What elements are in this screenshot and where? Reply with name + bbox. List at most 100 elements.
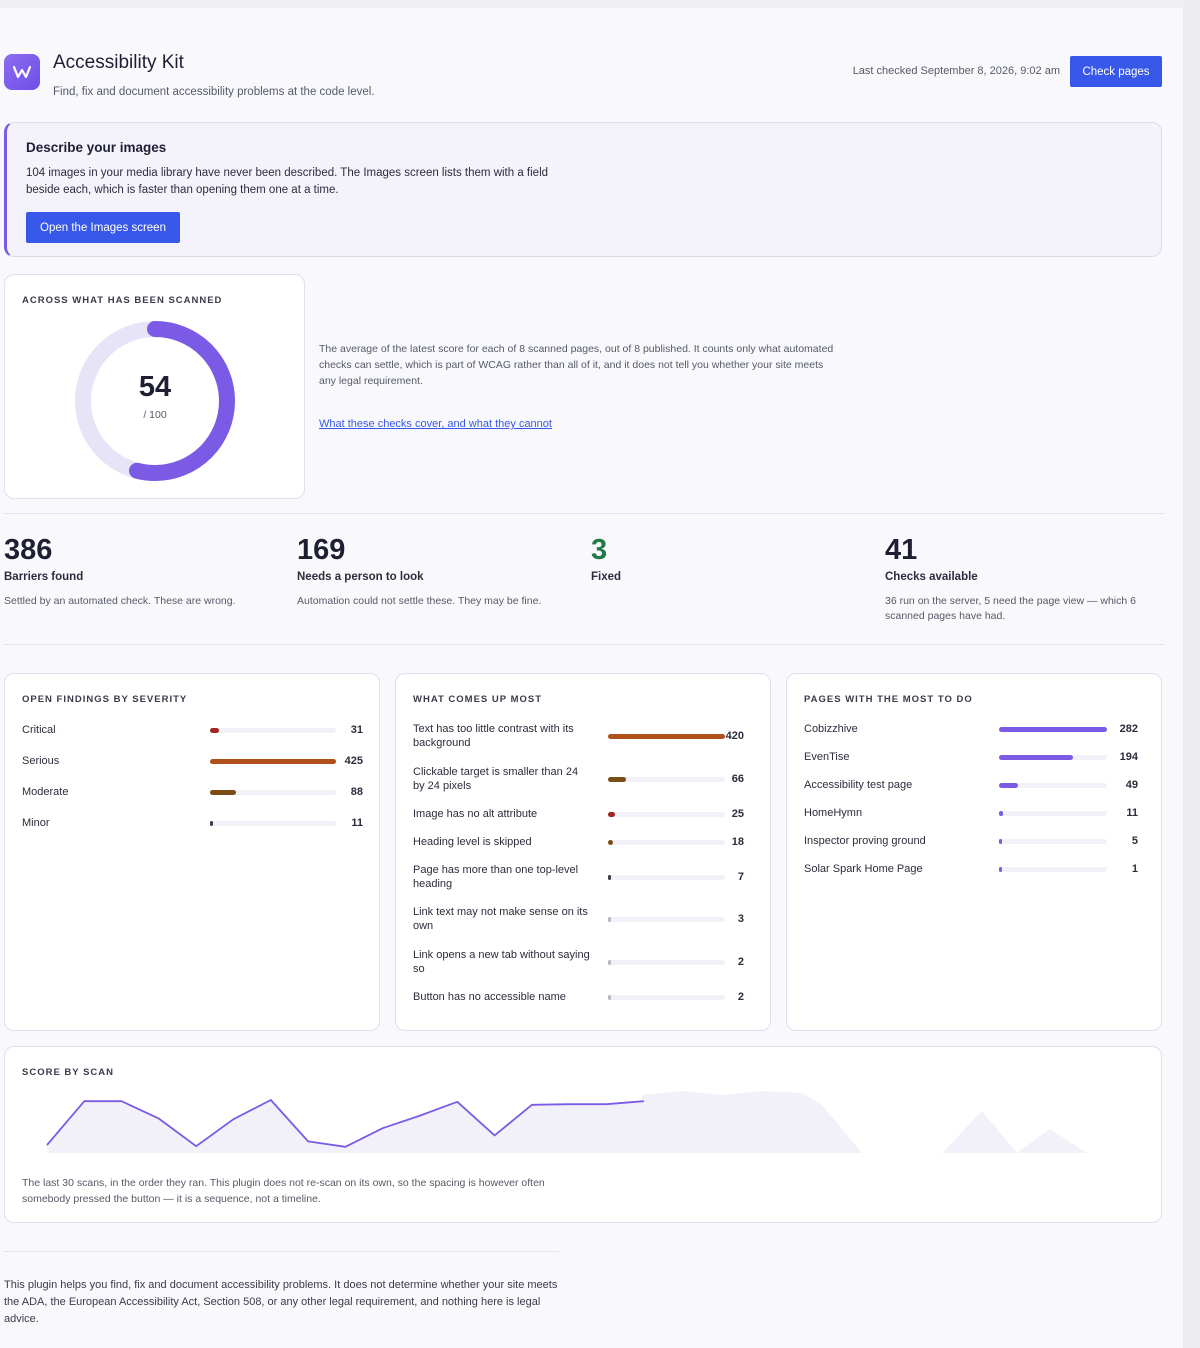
stat-value: 41 [885,534,918,566]
stat-label: Fixed [591,571,622,583]
severity-row-count: 425 [344,755,363,767]
check-pages-button[interactable]: Check pages [1070,56,1162,87]
page-scrollbar[interactable] [1183,0,1200,1348]
common-bar-fill [608,960,611,965]
common-row-label: Page has more than one top-level heading [413,864,579,890]
severity-row-label: Moderate [22,786,69,798]
common-bar-track [608,875,725,880]
stat-label: Needs a person to look [297,571,424,583]
pages-bar-fill [999,839,1002,844]
pages-row-count: 194 [1119,751,1138,763]
score-card: ACROSS WHAT HAS BEEN SCANNED 54 / 100 [4,274,305,499]
common-row-label: Clickable target is smaller than 24 by 2… [413,766,579,792]
common-bar-track [608,734,725,739]
severity-bar-track [210,790,336,795]
pages-bar-fill [999,727,1107,732]
stat-value: 386 [4,534,53,566]
score-card-label: ACROSS WHAT HAS BEEN SCANNED [22,295,223,306]
stat-value: 169 [297,534,346,566]
pages-bar-track [999,867,1107,872]
pages-row-count: 1 [1131,863,1138,875]
common-row-label: Button has no accessible name [413,991,566,1003]
notice-body: 104 images in your media library have ne… [26,167,549,196]
pages-bar-fill [999,755,1074,760]
common-bar-fill [608,875,611,880]
notice-title: Describe your images [26,140,167,155]
divider [4,513,1164,514]
common-bar-fill [608,917,611,922]
stat-description: Settled by an automated check. These are… [4,595,236,607]
checks-coverage-link[interactable]: What these checks cover, and what they c… [319,418,552,430]
common-bar-fill [608,812,615,817]
severity-bar-track [210,759,336,764]
legal-disclaimer: This plugin helps you find, fix and docu… [4,1279,558,1325]
pages-bar-fill [999,783,1018,788]
background-shape [642,1091,862,1153]
stat-description: 36 run on the server, 5 need the page vi… [885,595,1136,622]
severity-bar-fill [210,728,220,733]
common-bar-track [608,812,725,817]
pages-row-count: 282 [1119,723,1138,735]
severity-row-label: Minor [22,817,50,829]
pages-bar-fill [999,811,1004,816]
pages-bar-track [999,755,1107,760]
pages-row-count: 5 [1131,835,1138,847]
pages-row-label: Solar Spark Home Page [804,863,923,875]
common-row-label: Text has too little contrast with its ba… [413,723,574,749]
common-row-count: 3 [737,913,744,925]
background-shape [1017,1129,1087,1153]
common-row-count: 66 [731,773,744,785]
common-bar-track [608,777,725,782]
severity-panel: OPEN FINDINGS BY SEVERITY Critical 31 Seri… [4,673,380,1031]
pages-row-label: EvenTise [804,751,850,763]
pages-row-label: Accessibility test page [804,779,913,791]
app-logo [4,54,40,90]
common-bar-fill [608,777,627,782]
pages-row-count: 49 [1125,779,1138,791]
score-by-scan-chart [46,1091,1087,1153]
common-issues-panel: WHAT COMES UP MOST Text has too little c… [395,673,771,1031]
common-row-count: 25 [731,808,744,820]
common-row-count: 18 [731,836,744,848]
describe-images-notice: Describe your images 104 images in your … [4,122,1162,257]
w-logo-icon [12,65,32,79]
last-checked-text: Last checked September 8, 2026, 9:02 am [852,65,1060,77]
common-bar-track [608,917,725,922]
open-images-screen-button[interactable]: Open the Images screen [26,212,180,243]
severity-panel-label: OPEN FINDINGS BY SEVERITY [22,694,188,705]
severity-bar-track [210,728,336,733]
app-title: Accessibility Kit [53,52,184,73]
pages-panel-label: PAGES WITH THE MOST TO DO [804,694,973,705]
common-row-count: 420 [725,730,744,742]
main-page: Accessibility Kit Find, fix and document… [0,8,1183,1348]
pages-bar-track [999,727,1107,732]
app-subtitle: Find, fix and document accessibility pro… [53,86,375,98]
severity-row-label: Critical [22,724,56,736]
pages-row-label: Inspector proving ground [804,835,926,847]
severity-bar-fill [210,759,336,764]
stat-barriers-found: 386 Barriers found Settled by an automat… [4,533,289,609]
background-shape [942,1111,1017,1153]
pages-bar-fill [999,867,1002,872]
common-issues-panel-label: WHAT COMES UP MOST [413,694,543,705]
common-row-label: Link text may not make sense on its own [413,906,588,932]
score-by-scan-description: The last 30 scans, in the order they ran… [22,1177,545,1205]
common-row-label: Link opens a new tab without saying so [413,949,590,975]
severity-bar-track [210,821,336,826]
common-row-count: 7 [737,871,744,883]
pages-panel: PAGES WITH THE MOST TO DO Cobizzhive 282 E… [786,673,1162,1031]
stat-label: Checks available [885,571,978,583]
score-by-scan-label: SCORE BY SCAN [22,1067,115,1078]
pages-bar-track [999,811,1107,816]
pages-row-label: Cobizzhive [804,723,858,735]
severity-row-label: Serious [22,755,60,767]
severity-bar-fill [210,790,237,795]
common-bar-fill [608,734,725,739]
score-value: 54 [138,371,172,403]
common-bar-track [608,960,725,965]
score-max: / 100 [143,409,167,421]
divider [4,644,1164,645]
score-by-scan-card: SCORE BY SCAN The last 30 scans, in the … [4,1046,1162,1223]
common-bar-fill [608,995,611,1000]
severity-bar-fill [210,821,214,826]
